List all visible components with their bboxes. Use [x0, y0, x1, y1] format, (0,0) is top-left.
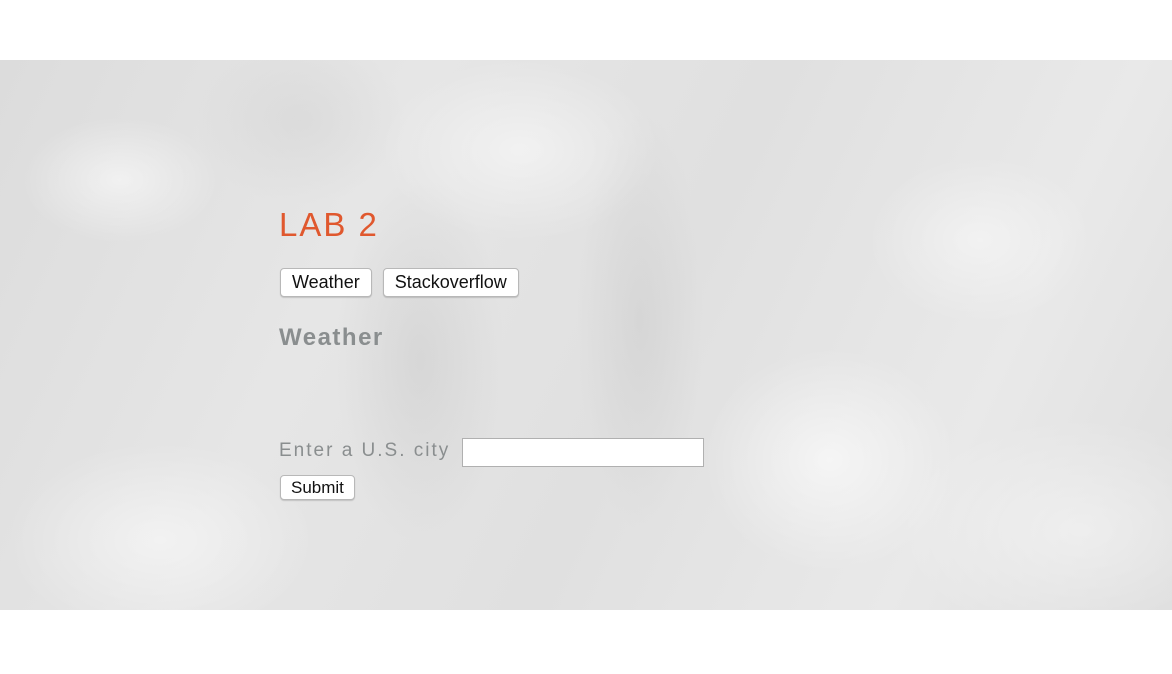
weather-heading: Weather — [279, 324, 384, 351]
hero-background: LAB 2 Weather Stackoverflow Weather Ente… — [0, 60, 1172, 610]
stackoverflow-button[interactable]: Stackoverflow — [382, 268, 519, 297]
page-title: LAB 2 — [279, 206, 379, 243]
submit-button[interactable]: Submit — [280, 475, 355, 500]
weather-button[interactable]: Weather — [280, 268, 372, 297]
city-input[interactable] — [462, 438, 704, 467]
nav-buttons: Weather Stackoverflow — [280, 268, 519, 297]
city-label: Enter a U.S. city — [279, 440, 451, 461]
